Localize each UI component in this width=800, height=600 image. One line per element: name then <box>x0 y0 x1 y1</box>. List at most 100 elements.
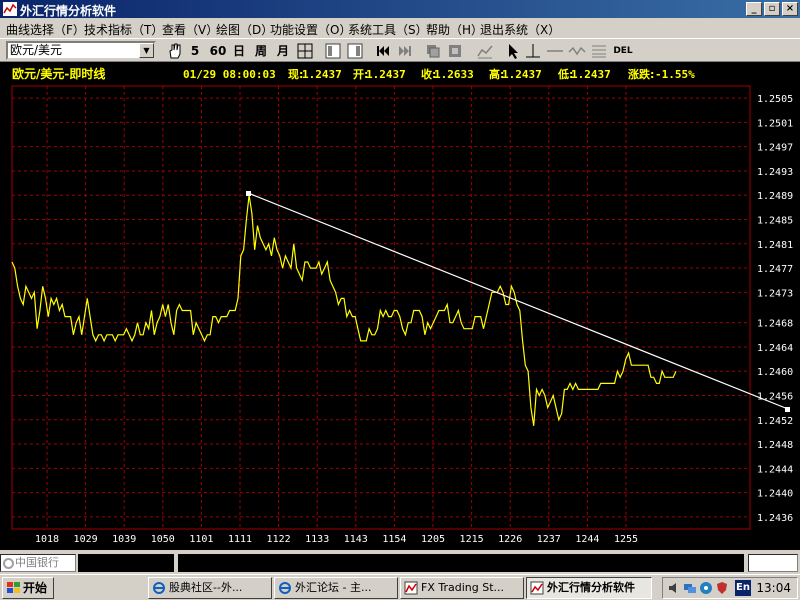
y-tick-label: 1.2448 <box>757 440 793 451</box>
x-tick-label: 1154 <box>382 534 406 545</box>
quote-datetime: 01/29 08:00:03 <box>183 68 276 81</box>
y-tick-label: 1.2452 <box>757 416 793 427</box>
menu-exit[interactable]: 退出系统（X） <box>480 21 560 38</box>
clock[interactable]: 13:04 <box>756 581 791 595</box>
last-page-icon[interactable] <box>396 42 414 60</box>
minimize-button[interactable]: _ <box>746 2 762 16</box>
quote-low: 1.2437 <box>571 68 611 81</box>
x-tick-label: 1215 <box>460 534 484 545</box>
fx-app-icon <box>404 581 418 595</box>
crosshair-icon[interactable] <box>524 42 542 60</box>
bank-logo-icon <box>3 558 14 569</box>
quote-change: -1.55% <box>655 68 695 81</box>
menu-help[interactable]: 帮助（H） <box>426 21 483 38</box>
menu-indicators[interactable]: 技术指标（T） <box>84 21 163 38</box>
taskbar: 开始 股典社区--外... 外汇论坛 - 主... FX Trading St.… <box>0 574 800 600</box>
system-tray: En 13:04 <box>662 577 798 599</box>
hline-icon[interactable] <box>546 42 564 60</box>
y-tick-label: 1.2444 <box>757 464 793 475</box>
y-tick-label: 1.2505 <box>757 94 793 105</box>
panel-right-icon[interactable] <box>346 42 364 60</box>
symbol-select[interactable]: 欧元/美元 ▼ <box>6 41 156 60</box>
menu-view[interactable]: 查看（V） <box>162 21 218 38</box>
plot-frame <box>11 85 751 530</box>
status-strip: 中国银行 <box>0 552 800 574</box>
app-chart-icon <box>530 581 544 595</box>
zigzag-icon[interactable] <box>568 42 586 60</box>
cursor-arrow-icon[interactable] <box>504 42 522 60</box>
y-tick-label: 1.2481 <box>757 240 793 251</box>
close-button[interactable]: × <box>782 2 798 16</box>
y-tick-label: 1.2477 <box>757 264 793 275</box>
period-5[interactable]: 5 <box>188 42 202 60</box>
status-panel-1 <box>78 554 174 572</box>
task-label-4: 外汇行情分析软件 <box>547 581 635 594</box>
hand-icon[interactable] <box>166 42 184 60</box>
x-tick-label: 1244 <box>575 534 599 545</box>
trend-handle-end[interactable] <box>785 407 790 412</box>
menu-curve-select[interactable]: 曲线选择（F） <box>6 21 85 38</box>
period-week[interactable]: 周 <box>254 42 268 60</box>
network-icon[interactable] <box>683 581 697 595</box>
y-tick-label: 1.2485 <box>757 216 793 227</box>
delete-button[interactable]: DEL <box>612 42 634 60</box>
title-bar: 外汇行情分析软件 _ ▫ × <box>0 0 800 18</box>
y-tick-label: 1.2440 <box>757 489 793 500</box>
trend-line[interactable] <box>247 192 789 410</box>
trend-handle-start[interactable] <box>246 191 251 196</box>
task-label-3: FX Trading St... <box>421 581 504 594</box>
quote-now: 1.2437 <box>302 68 342 81</box>
line-chart-icon[interactable] <box>476 42 494 60</box>
language-indicator[interactable]: En <box>735 580 751 596</box>
price-series-line <box>11 195 677 426</box>
fibonacci-icon[interactable] <box>590 42 608 60</box>
paste-icon[interactable] <box>446 42 464 60</box>
chart-area[interactable]: 1.2505 1.2501 1.2497 1.2493 1.2489 1.2485 1.24… <box>0 62 800 550</box>
chevron-down-icon[interactable]: ▼ <box>139 43 154 58</box>
y-tick-label: 1.2489 <box>757 191 793 202</box>
volume-icon[interactable] <box>667 581 681 595</box>
y-tick-label: 1.2468 <box>757 319 793 330</box>
period-60[interactable]: 60 <box>208 42 228 60</box>
task-fx-trading[interactable]: FX Trading St... <box>400 577 524 599</box>
panel-left-icon[interactable] <box>324 42 342 60</box>
start-label: 开始 <box>23 581 48 595</box>
menu-settings[interactable]: 功能设置（O） <box>270 21 351 38</box>
x-tick-label: 1133 <box>305 534 329 545</box>
x-tick-label: 1122 <box>267 534 291 545</box>
shield-icon[interactable] <box>715 581 729 595</box>
windows-logo-icon <box>7 582 20 593</box>
task-fx-analysis[interactable]: 外汇行情分析软件 <box>526 577 652 599</box>
x-tick-label: 1029 <box>74 534 98 545</box>
status-panel-2 <box>178 554 744 572</box>
task-forum-2[interactable]: 外汇论坛 - 主... <box>274 577 398 599</box>
y-tick-label: 1.2464 <box>757 343 793 354</box>
bank-label: 中国银行 <box>15 556 59 569</box>
ie-icon <box>153 582 165 594</box>
x-tick-label: 1039 <box>112 534 136 545</box>
app-chart-icon <box>3 2 17 16</box>
restore-button[interactable]: ▫ <box>764 2 780 16</box>
task-forum-1[interactable]: 股典社区--外... <box>148 577 272 599</box>
chart-title: 欧元/美元-即时线 <box>12 66 105 81</box>
start-button[interactable]: 开始 <box>2 577 54 599</box>
x-tick-label: 1237 <box>537 534 561 545</box>
period-day[interactable]: 日 <box>232 42 246 60</box>
grid-icon[interactable] <box>296 42 314 60</box>
quote-high: 1.2437 <box>502 68 542 81</box>
task-label-1: 股典社区--外... <box>169 581 243 594</box>
menu-bar: 曲线选择（F） 技术指标（T） 查看（V） 绘图（D） 功能设置（O） 系统工具… <box>0 18 800 38</box>
copy-icon[interactable] <box>424 42 442 60</box>
menu-tools[interactable]: 系统工具（S） <box>348 21 428 38</box>
quote-change-label: 涨跌: <box>628 67 654 81</box>
period-month[interactable]: 月 <box>276 42 290 60</box>
price-chart[interactable]: 1.2505 1.2501 1.2497 1.2493 1.2489 1.2485 1.24… <box>0 62 800 550</box>
y-tick-label: 1.2456 <box>757 391 793 402</box>
symbol-value: 欧元/美元 <box>10 43 63 57</box>
y-tick-label: 1.2493 <box>757 167 793 178</box>
antivirus-icon[interactable] <box>699 581 713 595</box>
quote-close: 1.2633 <box>434 68 474 81</box>
x-tick-label: 1205 <box>421 534 445 545</box>
menu-draw[interactable]: 绘图（D） <box>216 21 273 38</box>
first-page-icon[interactable] <box>374 42 392 60</box>
